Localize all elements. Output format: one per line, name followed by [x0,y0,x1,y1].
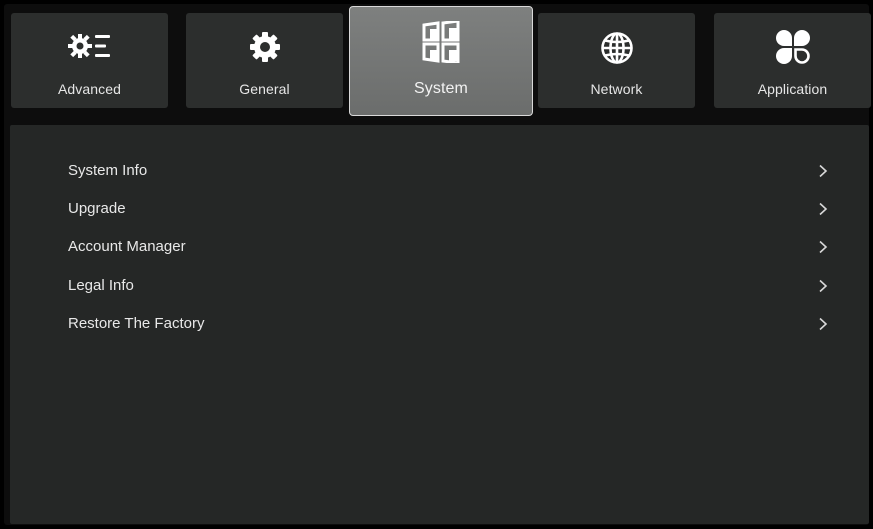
tab-label: General [239,81,290,97]
chevron-right-icon [819,279,828,293]
menu-item-legal-info[interactable]: Legal Info [68,271,828,301]
menu-item-label: Account Manager [68,238,186,255]
menu-item-label: Upgrade [68,200,126,217]
tab-label: Advanced [57,81,122,97]
menu-item-upgrade[interactable]: Upgrade [68,194,828,224]
menu-item-restore-factory[interactable]: Restore The Factory [68,309,828,339]
tab-network[interactable]: Network [538,13,695,108]
gear-list-icon [67,34,110,58]
chevron-right-icon [819,202,828,216]
gear-icon [249,32,280,62]
tab-label: System [414,80,468,97]
tab-application[interactable]: Application [714,13,871,108]
menu-item-label: Legal Info [68,277,134,294]
menu-item-label: System Info [68,162,148,179]
tab-system[interactable]: System [349,6,533,116]
chevron-right-icon [819,240,828,254]
apps-icon [775,30,810,64]
tab-label: Application [757,81,828,97]
system-windows-icon [422,21,460,63]
tab-label: Network [590,81,643,97]
tab-general[interactable]: General [186,13,343,108]
tab-advanced[interactable]: Advanced [11,13,168,108]
menu-item-account-manager[interactable]: Account Manager [68,232,828,262]
menu-item-label: Restore The Factory [68,315,205,332]
globe-icon [600,32,633,64]
chevron-right-icon [819,317,828,331]
chevron-right-icon [819,164,828,178]
system-menu-panel: System Info Upgrade Account Manager Lega… [10,125,869,524]
menu-item-system-info[interactable]: System Info [68,156,828,186]
